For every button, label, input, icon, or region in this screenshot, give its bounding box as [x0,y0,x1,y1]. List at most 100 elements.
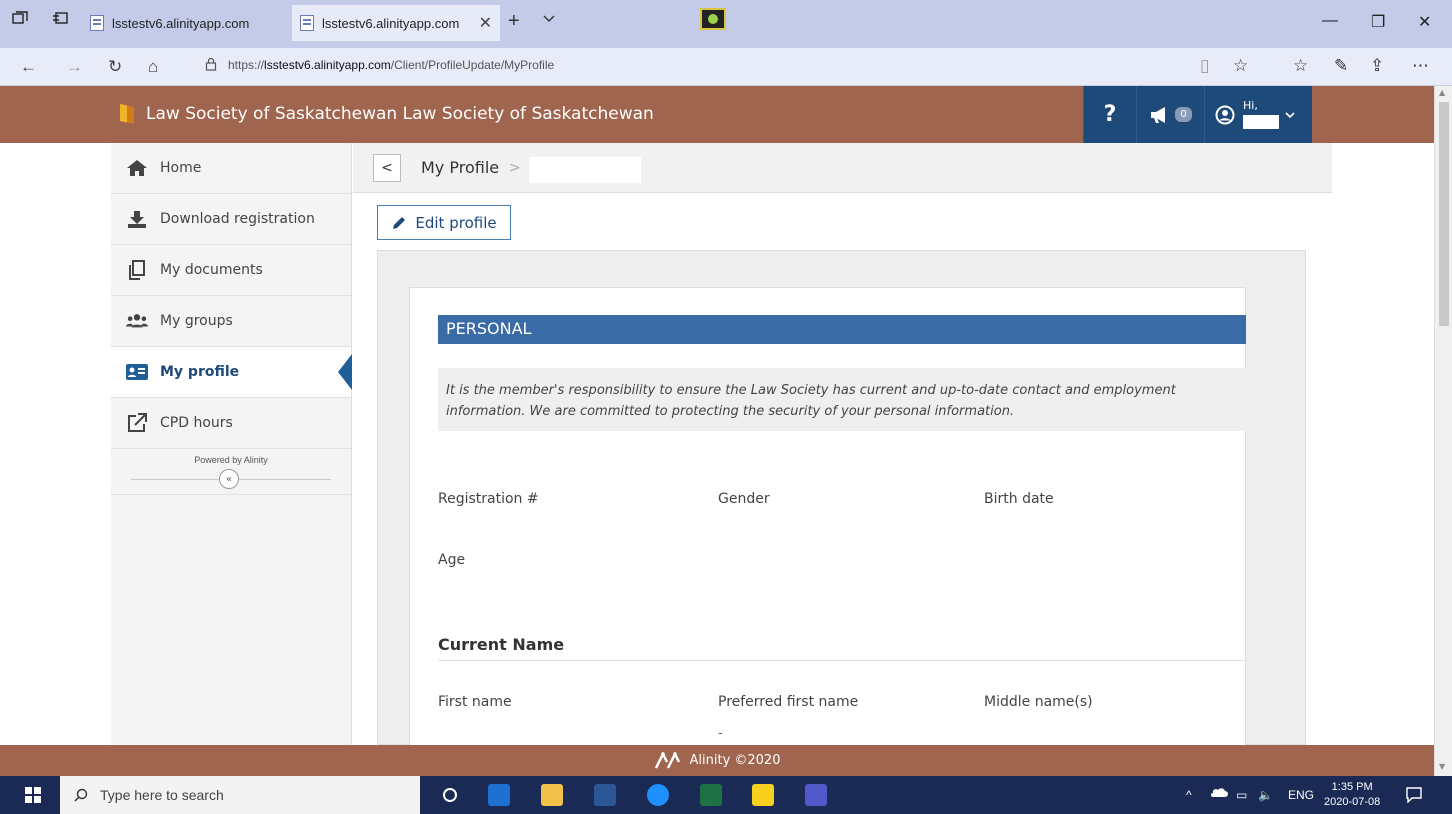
field-label-first-name: First name [438,694,512,710]
url-path: /Client/ProfileUpdate/MyProfile [390,58,555,72]
scroll-down-icon[interactable]: ▼ [1439,762,1445,771]
current-name-heading: Current Name [438,635,1246,661]
reading-view-icon[interactable]: ▯ [1200,56,1209,76]
notification-count-badge: 0 [1175,107,1192,122]
favorite-star-icon[interactable]: ☆ [1233,56,1248,76]
sticky-notes-app-icon[interactable] [752,784,774,806]
new-tab-button[interactable]: + [508,10,520,33]
page-scrollbar[interactable]: ▲ ▼ [1434,86,1452,776]
close-tab-icon[interactable]: ✕ [479,13,492,33]
lock-icon[interactable] [205,57,217,71]
clock-time: 1:35 PM [1331,781,1373,793]
footer-copyright: Alinity ©2020 [689,753,781,768]
field-label-registration: Registration # [438,491,539,507]
app-header: Law Society of Saskatchewan Law Society … [0,86,1434,143]
windows-start-icon[interactable] [25,787,41,803]
tab-lsstestv6-2[interactable]: lsstestv6.alinityapp.com ✕ [292,5,500,41]
sidebar-item-label: My groups [160,313,233,329]
clock-date: 2020-07-08 [1324,796,1381,808]
sidebar-item-label: My documents [160,262,263,278]
pen-notes-icon[interactable]: ✎ [1334,56,1348,76]
more-options-icon[interactable]: ⋯ [1412,56,1429,76]
breadcrumb-back-button[interactable]: < [373,154,401,182]
onedrive-icon[interactable] [1210,788,1228,798]
excel-app-icon[interactable] [700,784,722,806]
set-tabs-aside-icon[interactable] [50,8,70,28]
sidebar-item-label: My profile [160,364,240,380]
volume-icon[interactable]: 🔈 [1258,788,1273,802]
scroll-up-icon[interactable]: ▲ [1439,88,1445,97]
file-explorer-app-icon[interactable] [541,784,563,806]
app-footer: Alinity ©2020 [0,745,1434,776]
taskbar-clock[interactable]: 1:35 PM 2020-07-08 [1324,780,1380,810]
windows-taskbar: Type here to search ^ ▭ 🔈 ENG 1:35 PM 20… [0,776,1452,814]
greeting-text: Hi, [1243,99,1258,112]
tab-title: lsstestv6.alinityapp.com [112,15,250,31]
user-avatar-icon [1215,105,1235,125]
announcements-button[interactable]: 0 [1136,86,1204,143]
user-name-redacted [1243,115,1279,129]
external-link-icon [126,413,148,433]
action-center-icon[interactable] [1406,787,1422,803]
restore-icon[interactable]: ❐ [1371,12,1385,32]
sidebar-item-my-groups[interactable]: My groups [111,296,351,347]
address-bar: ← → ↻ ⌂ https://lsstestv6.alinityapp.com… [0,48,1452,86]
sidebar-item-download-registration[interactable]: Download registration [111,194,351,245]
sidebar-item-label: CPD hours [160,415,233,431]
url-field[interactable]: https://lsstestv6.alinityapp.com/Client/… [228,58,554,72]
tab-lsstestv6-1[interactable]: lsstestv6.alinityapp.com [82,5,287,41]
user-menu-button[interactable]: Hi, [1204,86,1312,143]
society-logo-icon [120,104,134,124]
close-window-icon[interactable]: ✕ [1418,12,1431,32]
pencil-icon [391,215,407,231]
field-label-gender: Gender [718,491,770,507]
edit-profile-button[interactable]: Edit profile [377,205,511,240]
teams-app-icon[interactable] [805,784,827,806]
input-language[interactable]: ENG [1288,788,1314,802]
sidebar-item-label: Home [160,160,202,176]
breadcrumb-current[interactable]: My Profile [421,158,499,177]
url-prefix: https:// [228,58,265,72]
section-title-personal: PERSONAL [438,315,1246,344]
sidebar-item-label: Download registration [160,211,315,227]
refresh-icon[interactable]: ↻ [108,57,122,77]
minimize-icon[interactable]: — [1322,12,1338,30]
sidebar-item-cpd-hours[interactable]: CPD hours [111,398,351,449]
outlook-app-icon[interactable] [488,784,510,806]
help-button[interactable]: ? [1083,86,1136,143]
taskbar-app-icon[interactable] [700,8,726,30]
url-host: lsstestv6.alinityapp.com [264,58,391,72]
sidebar-item-home[interactable]: Home [111,143,351,194]
sidebar-item-my-profile[interactable]: My profile [111,347,352,398]
word-app-icon[interactable] [594,784,616,806]
alinity-logo-icon [654,751,684,770]
breadcrumb-separator: > [509,160,521,176]
brand[interactable]: Law Society of Saskatchewan Law Society … [120,104,654,124]
help-label: ? [1103,102,1117,127]
chevron-down-icon [1285,111,1295,119]
taskbar-search-box[interactable]: Type here to search [60,776,420,814]
preferred-first-name-value: - [718,726,723,741]
home-browser-icon[interactable]: ⌂ [148,57,158,77]
favorites-list-icon[interactable]: ☆ [1293,56,1308,76]
sidebar-item-my-documents[interactable]: My documents [111,245,351,296]
header-actions: ? 0 Hi, [1083,86,1312,143]
share-icon[interactable]: ⇪ [1370,56,1384,76]
show-hidden-icons-icon[interactable]: ^ [1186,788,1192,802]
field-label-middle-names: Middle name(s) [984,694,1093,710]
chevron-down-icon[interactable] [542,14,556,24]
back-arrow-icon[interactable]: ← [20,57,37,77]
page-favicon-icon [90,15,104,31]
tab-actions-icon[interactable] [10,8,30,28]
documents-icon [126,260,148,280]
edge-browser-app-icon[interactable] [647,784,669,806]
forward-arrow-icon[interactable]: → [66,57,83,77]
cortana-icon[interactable] [442,787,458,803]
search-icon [74,788,88,802]
scrollbar-thumb[interactable] [1439,102,1449,326]
breadcrumb: < My Profile > [353,143,1332,193]
network-icon[interactable]: ▭ [1236,788,1247,802]
groups-icon [126,311,148,331]
collapse-sidebar-button[interactable]: « [219,469,239,489]
breadcrumb-redacted [529,157,641,183]
